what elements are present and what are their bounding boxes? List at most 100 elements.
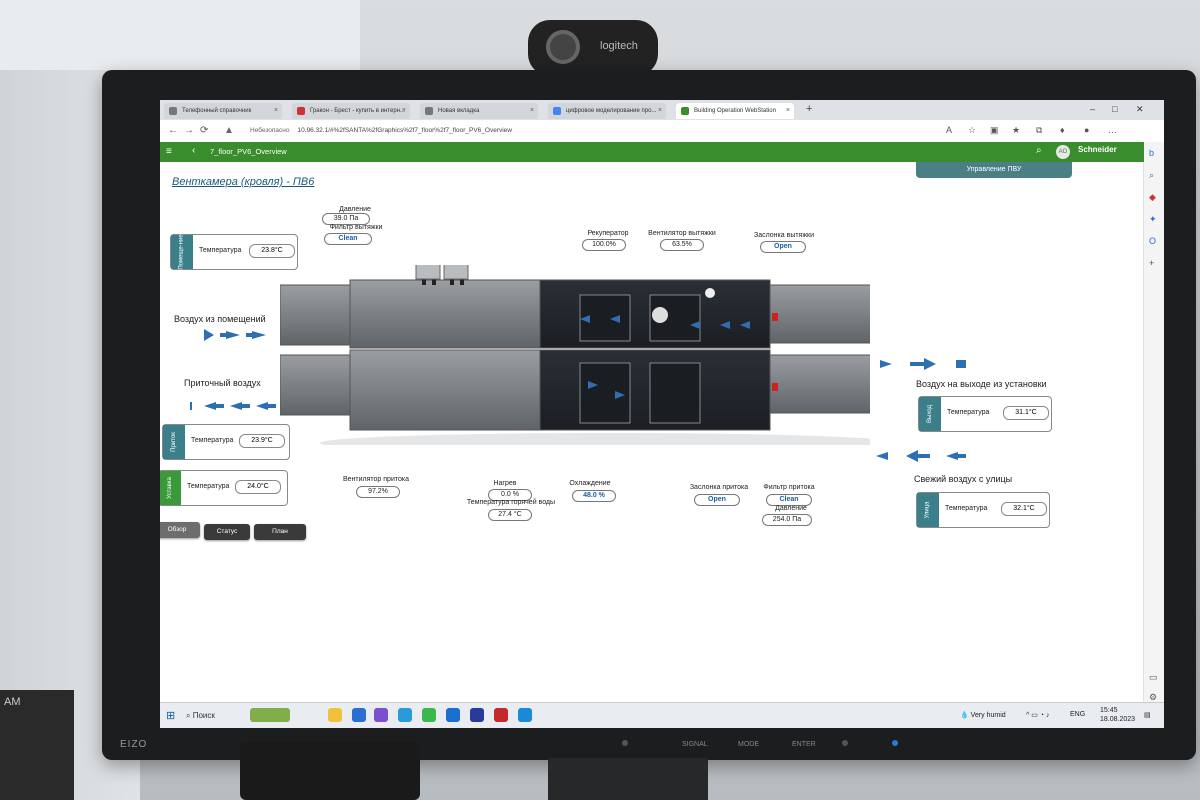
control-tab[interactable]: Управление ПВУ <box>916 162 1072 178</box>
lang-indicator[interactable]: ENG <box>1070 711 1085 718</box>
star-icon[interactable]: ☆ <box>968 125 976 136</box>
telegram-icon[interactable] <box>398 708 412 722</box>
panel-side: Выход <box>919 397 941 431</box>
tab-phone-directory[interactable]: Телефонный справочник × <box>164 103 282 119</box>
recuperator-value: 100.0% <box>582 239 626 251</box>
read-aloud-icon[interactable]: A <box>946 125 952 135</box>
tab-label: Телефонный справочник <box>182 108 252 114</box>
edge-icon[interactable] <box>352 708 366 722</box>
panel-setpoint-temp: Уставка Температура 24.0°C <box>160 470 288 506</box>
tab-webstation[interactable]: Building Operation WebStation × <box>676 103 794 119</box>
more-icon[interactable]: … <box>1108 125 1117 135</box>
speaker <box>240 742 420 800</box>
tab-label: Building Operation WebStation <box>694 108 776 114</box>
tab-new[interactable]: Новая вкладка × <box>420 103 538 119</box>
viber-icon[interactable] <box>374 708 388 722</box>
exhaust-temp-value: 31.1°C <box>1003 406 1049 420</box>
close-icon[interactable]: × <box>402 103 406 119</box>
monitor-button-icon[interactable] <box>622 740 628 746</box>
tab-label: Новая вкладка <box>438 108 480 114</box>
url-field[interactable]: Небезопасно 10.96.32.1/#%2fSANTA%2fGraphi… <box>250 124 950 138</box>
save-app-icon[interactable] <box>470 708 484 722</box>
air-out-label: Воздух на выходе из установки <box>916 379 1047 389</box>
arrows-air-from-rooms <box>204 329 266 341</box>
webcam-brand: logitech <box>600 40 638 52</box>
close-icon[interactable]: × <box>530 103 534 119</box>
search-icon[interactable]: ⌕ <box>1149 170 1154 181</box>
supply-fan-value: 97.2% <box>356 486 400 498</box>
tools-icon[interactable]: ✦ <box>1149 214 1157 225</box>
clock[interactable]: 15:45 18.08.2023 <box>1100 706 1135 724</box>
taskbar-search-highlight-icon <box>250 708 290 722</box>
favorites-icon[interactable]: ★ <box>1012 125 1020 136</box>
panel-outdoor-temp: Улица Температура 32.1°C <box>916 492 1050 528</box>
maximize-icon[interactable]: □ <box>1112 104 1117 114</box>
monitor-button-icon[interactable] <box>842 740 848 746</box>
schneider-logo: Schneider <box>1078 145 1117 154</box>
arrows-supply-air <box>190 402 276 410</box>
arrows-air-out <box>880 358 966 370</box>
pdf-icon[interactable] <box>494 708 508 722</box>
back-icon[interactable]: ← <box>168 125 178 136</box>
hot-water-temp-value: 27.4 °C <box>488 509 532 521</box>
air-from-rooms-label: Воздух из помещений <box>174 314 266 324</box>
close-icon[interactable]: × <box>274 103 278 119</box>
forward-icon[interactable]: → <box>184 125 194 136</box>
new-tab-icon[interactable]: + <box>806 103 812 115</box>
windows-start-icon[interactable]: ⊞ <box>166 709 175 722</box>
app-icon[interactable] <box>518 708 532 722</box>
sidebar-layout-icon[interactable]: ▭ <box>1149 672 1158 683</box>
close-icon[interactable]: × <box>658 103 662 119</box>
browser-icon[interactable] <box>446 708 460 722</box>
weather-status[interactable]: 💧 Very humid <box>960 711 1006 719</box>
panel-label: Температура <box>191 437 234 444</box>
notification-icon[interactable]: ▤ <box>1144 711 1151 719</box>
panel-exhaust-temp: Выход Температура 31.1°C <box>918 396 1052 432</box>
setpoint-temp-value[interactable]: 24.0°C <box>235 480 281 494</box>
close-icon[interactable]: × <box>786 103 790 119</box>
search-icon[interactable]: ⌕ <box>1036 145 1042 156</box>
file-explorer-icon[interactable] <box>328 708 342 722</box>
bing-icon[interactable]: b <box>1149 148 1154 158</box>
outlook-icon[interactable]: O <box>1149 236 1156 246</box>
add-icon[interactable]: + <box>1149 258 1154 268</box>
status-button[interactable]: Статус <box>204 524 250 540</box>
webcam: logitech <box>528 20 658 76</box>
address-bar: ← → ⟳ ▲ Небезопасно 10.96.32.1/#%2fSANTA%… <box>160 120 1164 143</box>
monitor-brand: EIZO <box>120 739 148 750</box>
whatsapp-icon[interactable] <box>422 708 436 722</box>
supply-filter-label: Фильтр притока <box>763 484 815 491</box>
clock-date: 18.08.2023 <box>1100 716 1136 723</box>
webcam-lens <box>546 30 580 64</box>
tab-grakon[interactable]: Гракон - Брест - купить в интерн... × <box>292 103 410 119</box>
shopping-icon[interactable]: ◆ <box>1149 192 1156 203</box>
extensions-icon[interactable]: ♦ <box>1060 125 1065 135</box>
panel-side: Приток <box>163 425 185 459</box>
panel-side-label: Помеще-ние <box>179 234 186 270</box>
profile-icon[interactable]: ● <box>1084 125 1089 135</box>
weather-text: Very humid <box>970 712 1006 719</box>
fresh-air-label: Свежий воздух с улицы <box>914 474 1013 484</box>
supply-fan-label: Вентилятор притока <box>342 476 409 483</box>
menu-icon[interactable]: ≡ <box>166 146 172 157</box>
app-header: ≡ ‹ 7_floor_PV6_Overview ⌕ AO Schneider <box>160 142 1144 162</box>
split-screen-icon[interactable]: ▣ <box>990 125 999 136</box>
tab-label: Гракон - Брест - купить в интерн... <box>310 108 405 114</box>
panel-label: Температура <box>199 247 242 254</box>
collections-icon[interactable]: ⧉ <box>1036 125 1042 136</box>
tray-icons[interactable]: ^ ▭ ◔ ♪ <box>1026 711 1049 719</box>
overview-button[interactable]: Обзор <box>160 522 200 538</box>
user-avatar[interactable]: AO <box>1056 145 1070 159</box>
back-chevron-icon[interactable]: ‹ <box>192 145 195 156</box>
plan-button[interactable]: План венткамеры <box>254 524 306 551</box>
tab-search[interactable]: цифровое моделирование про... × <box>548 103 666 119</box>
url-text: 10.96.32.1/#%2fSANTA%2fGraphics%2f7_floo… <box>297 127 512 134</box>
ahu-illustration <box>280 265 870 445</box>
refresh-icon[interactable]: ⟳ <box>200 125 208 136</box>
outdoor-temp-value: 32.1°C <box>1001 502 1047 516</box>
close-window-icon[interactable]: ✕ <box>1136 104 1144 115</box>
taskbar-search-label: Поиск <box>192 711 215 720</box>
background-window <box>0 0 360 70</box>
recuperator-label: Рекуператор <box>587 230 629 237</box>
minimize-icon[interactable]: – <box>1090 104 1095 114</box>
